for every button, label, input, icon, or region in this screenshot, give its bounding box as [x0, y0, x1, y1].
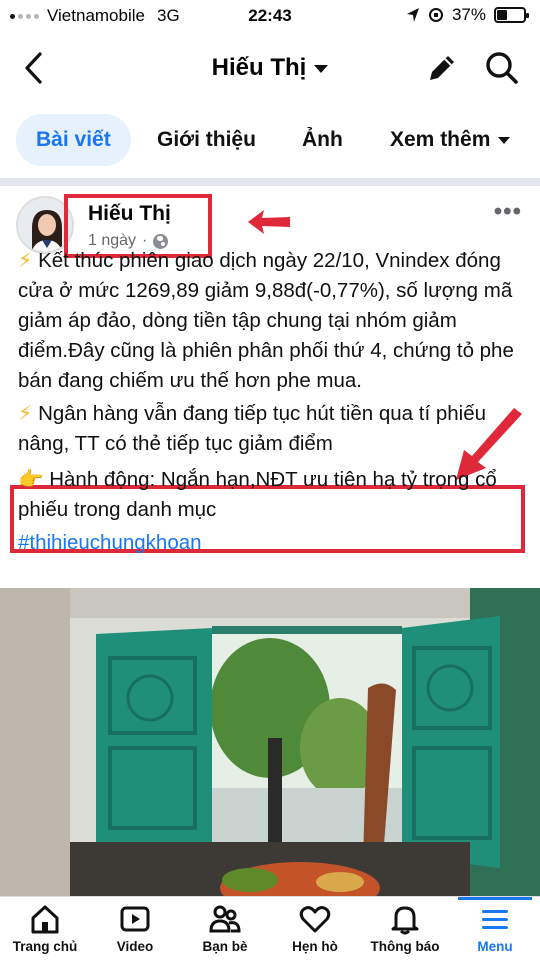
- nav-label: Menu: [477, 939, 513, 954]
- nav-label: Thông báo: [370, 939, 440, 954]
- pencil-icon[interactable]: [424, 50, 460, 86]
- paragraph-text: Hành động: Ngắn hạn,NĐT ưu tiên hạ tỷ tr…: [18, 468, 497, 521]
- nav-menu[interactable]: Menu: [450, 897, 540, 960]
- rotation-lock-icon: [428, 8, 443, 22]
- nav-friends[interactable]: Bạn bè: [180, 897, 270, 960]
- status-right: 37%: [406, 5, 529, 25]
- tab-about[interactable]: Giới thiệu: [157, 114, 256, 166]
- tab-photos[interactable]: Ảnh: [302, 114, 343, 166]
- more-options-icon[interactable]: •••: [494, 198, 522, 226]
- caret-down-icon: [314, 64, 329, 73]
- bell-icon: [391, 906, 419, 935]
- nav-dating[interactable]: Hẹn hò: [270, 897, 360, 960]
- nav-video[interactable]: Video: [90, 897, 180, 960]
- active-indicator: [458, 897, 532, 900]
- post-hashtag[interactable]: #thihieuchungkhoan: [18, 528, 526, 558]
- status-bar: Vietnamobile 3G 22:43 37%: [0, 0, 540, 32]
- location-icon: [406, 8, 419, 22]
- post-photo[interactable]: [0, 588, 540, 896]
- video-icon: [120, 906, 150, 932]
- friends-icon: [209, 905, 241, 933]
- nav-notifications[interactable]: Thông báo: [360, 897, 450, 960]
- tab-posts[interactable]: Bài viết: [16, 114, 131, 166]
- lightning-icon: ⚡: [18, 402, 33, 425]
- heart-icon: [299, 906, 331, 933]
- cafe-window-image: [0, 588, 540, 896]
- nav-label: Hẹn hò: [292, 939, 338, 954]
- nav-label: Trang chủ: [12, 939, 78, 954]
- lightning-icon: ⚡: [18, 249, 33, 272]
- paragraph-text: Ngân hàng vẫn đang tiếp tục hút tiền qua…: [18, 402, 487, 455]
- caret-down-icon: [498, 136, 511, 144]
- nav-label: Video: [116, 939, 154, 954]
- nav-home[interactable]: Trang chủ: [0, 897, 90, 960]
- tab-see-more[interactable]: Xem thêm: [390, 114, 511, 166]
- arrow-left-icon: [248, 210, 290, 234]
- post-paragraph: 👉 Hành động: Ngắn hạn,NĐT ưu tiên hạ tỷ …: [18, 465, 526, 525]
- paragraph-text: Kết thúc phiên giao dịch ngày 22/10, Vni…: [18, 249, 514, 392]
- pointing-hand-icon: 👉: [18, 468, 44, 491]
- search-icon[interactable]: [482, 48, 522, 88]
- section-divider: [0, 178, 540, 186]
- page-header: Hiếu Thị: [0, 36, 540, 100]
- profile-tabs: Bài viết Giới thiệu Ảnh Xem thêm: [0, 114, 540, 170]
- nav-label: Bạn bè: [202, 939, 248, 954]
- menu-icon: [482, 910, 508, 929]
- page-title-text: Hiếu Thị: [211, 54, 307, 81]
- post-paragraph: ⚡ Kết thúc phiên giao dịch ngày 22/10, V…: [18, 246, 526, 396]
- bottom-nav: Trang chủ Video Bạn bè Hẹn hò Thông báo …: [0, 896, 540, 960]
- tab-see-more-label: Xem thêm: [390, 128, 491, 151]
- post-paragraph: ⚡ Ngân hàng vẫn đang tiếp tục hút tiền q…: [18, 399, 526, 459]
- home-icon: [31, 905, 59, 934]
- battery-icon: [494, 7, 529, 23]
- battery-percent: 37%: [451, 5, 486, 24]
- post-body: ⚡ Kết thúc phiên giao dịch ngày 22/10, V…: [18, 246, 526, 561]
